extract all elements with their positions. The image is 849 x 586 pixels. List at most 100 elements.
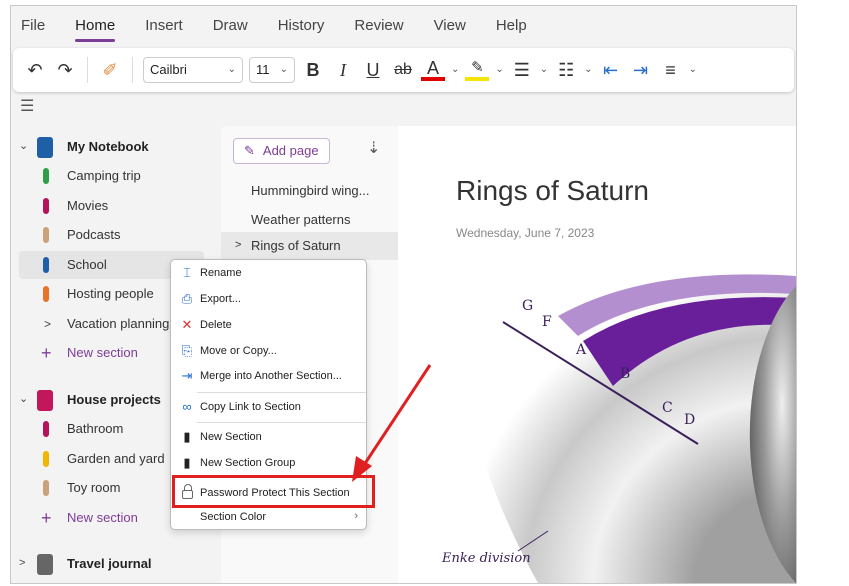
chevron-right-icon: > bbox=[44, 316, 52, 331]
chevron-down-icon: ⌄ bbox=[227, 64, 236, 75]
menu-item-new-section[interactable]: ▮ New Section bbox=[171, 425, 366, 449]
section-label: Bathroom bbox=[67, 421, 124, 437]
tab-help[interactable]: Help bbox=[496, 17, 527, 35]
section-label: Toy room bbox=[67, 480, 121, 496]
section-podcasts[interactable]: Podcasts bbox=[19, 221, 204, 249]
tab-history[interactable]: History bbox=[278, 17, 325, 35]
section-tab-icon bbox=[43, 421, 49, 437]
export-icon: ⎙ bbox=[181, 291, 193, 306]
section-label: Vacation planning bbox=[67, 316, 170, 332]
notebook-my-notebook[interactable]: ⌄ My Notebook bbox=[11, 133, 206, 161]
add-page-button[interactable]: ✎ Add page bbox=[233, 138, 330, 164]
new-section-label: New section bbox=[67, 510, 138, 526]
menu-item-new-section-group[interactable]: ▮ New Section Group bbox=[171, 451, 366, 475]
chevron-down-icon[interactable]: ⌄ bbox=[451, 64, 459, 76]
bullets-icon[interactable]: ☰ bbox=[510, 59, 534, 81]
numbering-icon[interactable]: ☷ bbox=[554, 59, 578, 81]
section-tab-icon bbox=[43, 480, 49, 496]
page-item[interactable]: Weather patterns bbox=[221, 206, 398, 234]
section-label: School bbox=[67, 257, 107, 273]
section-camping-trip[interactable]: Camping trip bbox=[19, 162, 204, 190]
tab-draw[interactable]: Draw bbox=[213, 17, 248, 35]
page-content[interactable]: Rings of Saturn Wednesday, June 7, 2023 … bbox=[398, 126, 796, 583]
ring-label: B bbox=[620, 366, 630, 382]
saturn-illustration: G F A B C D Enke division bbox=[441, 274, 796, 583]
section-tab-icon bbox=[43, 227, 49, 243]
section-tab-icon bbox=[43, 257, 49, 273]
menu-item-export[interactable]: ⎙ Export... bbox=[171, 287, 366, 311]
notebook-label: House projects bbox=[67, 392, 161, 408]
undo-icon[interactable]: ↶ bbox=[23, 59, 47, 81]
ring-label: D bbox=[684, 412, 695, 428]
format-painter-icon[interactable]: ✐ bbox=[98, 59, 122, 81]
section-label: Podcasts bbox=[67, 227, 121, 243]
notebook-label: My Notebook bbox=[67, 139, 149, 155]
ring-label: F bbox=[542, 314, 552, 330]
hamburger-icon[interactable]: ☰ bbox=[20, 98, 34, 116]
page-label: Rings of Saturn bbox=[251, 238, 341, 254]
menu-item-rename[interactable]: ⌶ Rename bbox=[171, 261, 366, 285]
chevron-down-icon[interactable]: ⌄ bbox=[584, 64, 592, 76]
ring-label: A bbox=[575, 342, 587, 358]
chevron-right-icon: > bbox=[19, 557, 26, 570]
menu-label: Delete bbox=[200, 319, 232, 331]
add-page-icon: ✎ bbox=[244, 143, 255, 159]
tab-view[interactable]: View bbox=[434, 17, 466, 35]
merge-icon: ⇥ bbox=[181, 368, 193, 383]
chevron-down-icon[interactable]: ⌄ bbox=[495, 64, 503, 76]
chevron-down-icon: ⌄ bbox=[19, 140, 29, 153]
indent-icon[interactable]: ⇥ bbox=[629, 59, 653, 81]
menu-label: Copy Link to Section bbox=[200, 401, 301, 413]
add-page-label: Add page bbox=[262, 143, 319, 159]
section-tab-icon bbox=[43, 451, 49, 467]
outdent-icon[interactable]: ⇤ bbox=[599, 59, 623, 81]
menu-label: Section Color bbox=[200, 511, 267, 523]
section-label: Camping trip bbox=[67, 168, 141, 184]
sort-icon[interactable]: ⇣ bbox=[367, 140, 380, 158]
divider bbox=[132, 57, 133, 83]
menu-item-delete[interactable]: ✕ Delete bbox=[171, 313, 366, 337]
redo-icon[interactable]: ↷ bbox=[53, 59, 77, 81]
menu-label: New Section bbox=[200, 431, 262, 443]
strikethrough-button[interactable]: ab bbox=[391, 59, 415, 81]
align-icon[interactable]: ≡ bbox=[659, 59, 683, 81]
italic-button[interactable]: I bbox=[331, 59, 355, 81]
tab-review[interactable]: Review bbox=[354, 17, 403, 35]
font-size-select[interactable]: 11 ⌄ bbox=[249, 57, 295, 83]
menu-bar: File Home Insert Draw History Review Vie… bbox=[11, 6, 796, 46]
menu-item-copy-link[interactable]: ∞ Copy Link to Section bbox=[171, 395, 366, 419]
ring-label: C bbox=[662, 400, 673, 416]
menu-item-section-color[interactable]: Section Color › bbox=[171, 505, 366, 529]
menu-item-merge[interactable]: ⇥ Merge into Another Section... bbox=[171, 364, 366, 388]
chevron-down-icon: ⌄ bbox=[19, 393, 29, 406]
divider bbox=[87, 57, 88, 83]
underline-button[interactable]: U bbox=[361, 59, 385, 81]
ribbon-toolbar: ↶ ↷ ✐ Cailbri ⌄ 11 ⌄ B I U ab A ⌄ ✎ ⌄ ☰ ⌄ ☷ ⌄ … bbox=[13, 48, 794, 92]
section-movies[interactable]: Movies bbox=[19, 192, 204, 220]
notebook-icon bbox=[37, 389, 53, 411]
chevron-down-icon: ⌄ bbox=[279, 64, 288, 75]
font-color-button[interactable]: A bbox=[421, 59, 445, 81]
tab-home[interactable]: Home bbox=[75, 17, 116, 42]
chevron-down-icon[interactable]: ⌄ bbox=[689, 64, 697, 76]
menu-item-move-copy[interactable]: ⎘ Move or Copy... bbox=[171, 339, 366, 363]
ring-label: G bbox=[522, 298, 533, 314]
highlight-icon[interactable]: ✎ bbox=[465, 59, 490, 81]
chevron-right-icon: > bbox=[235, 239, 242, 252]
bold-button[interactable]: B bbox=[301, 59, 325, 81]
page-item[interactable]: Hummingbird wing... bbox=[221, 177, 398, 205]
notebook-label: Travel journal bbox=[67, 556, 152, 572]
chevron-down-icon[interactable]: ⌄ bbox=[540, 64, 548, 76]
page-item-active[interactable]: > Rings of Saturn bbox=[221, 232, 398, 260]
tab-insert[interactable]: Insert bbox=[145, 17, 183, 35]
font-select[interactable]: Cailbri ⌄ bbox=[143, 57, 243, 83]
onenote-window: File Home Insert Draw History Review Vie… bbox=[10, 5, 797, 584]
chevron-right-icon: › bbox=[354, 510, 358, 523]
section-tab-icon bbox=[43, 286, 49, 302]
divider bbox=[197, 392, 366, 393]
divider bbox=[197, 422, 366, 423]
menu-label: Rename bbox=[200, 267, 242, 279]
notebook-travel-journal[interactable]: > Travel journal bbox=[11, 550, 206, 578]
tab-file[interactable]: File bbox=[21, 17, 45, 35]
section-icon: ▮ bbox=[183, 429, 191, 444]
